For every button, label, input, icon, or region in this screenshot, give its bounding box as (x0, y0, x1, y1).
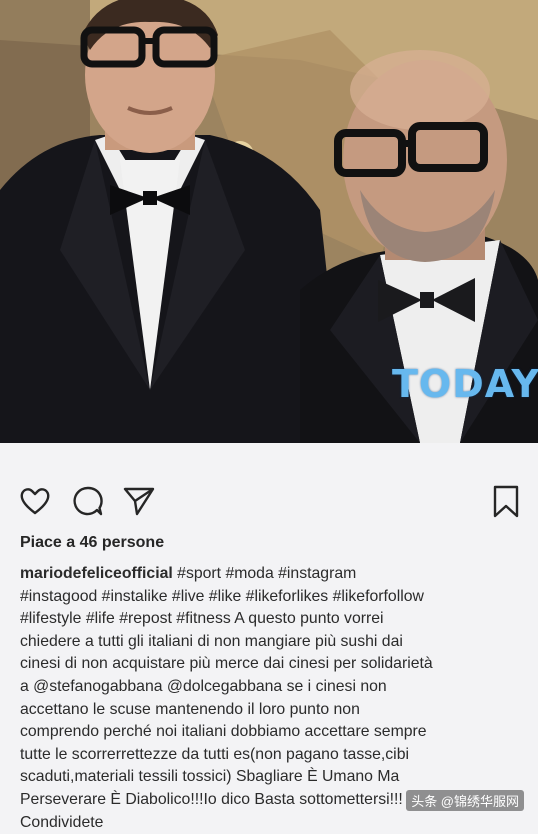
likes-count[interactable]: Piace a 46 persone (20, 534, 164, 552)
caption-username[interactable]: mariodefeliceofficial (20, 565, 173, 582)
post-photo[interactable]: TODAY (0, 0, 538, 443)
comment-bubble-icon[interactable] (72, 485, 104, 522)
paper-plane-icon[interactable] (123, 486, 155, 521)
heart-outline-icon[interactable] (19, 486, 51, 521)
today-watermark: TODAY (392, 362, 538, 406)
bookmark-outline-icon[interactable] (492, 485, 520, 524)
post-action-bar (0, 468, 538, 530)
source-watermark: 头条 @锦绣华服网 (406, 790, 524, 811)
caption-text: #sport #moda #instagram #instagood #inst… (20, 565, 433, 831)
